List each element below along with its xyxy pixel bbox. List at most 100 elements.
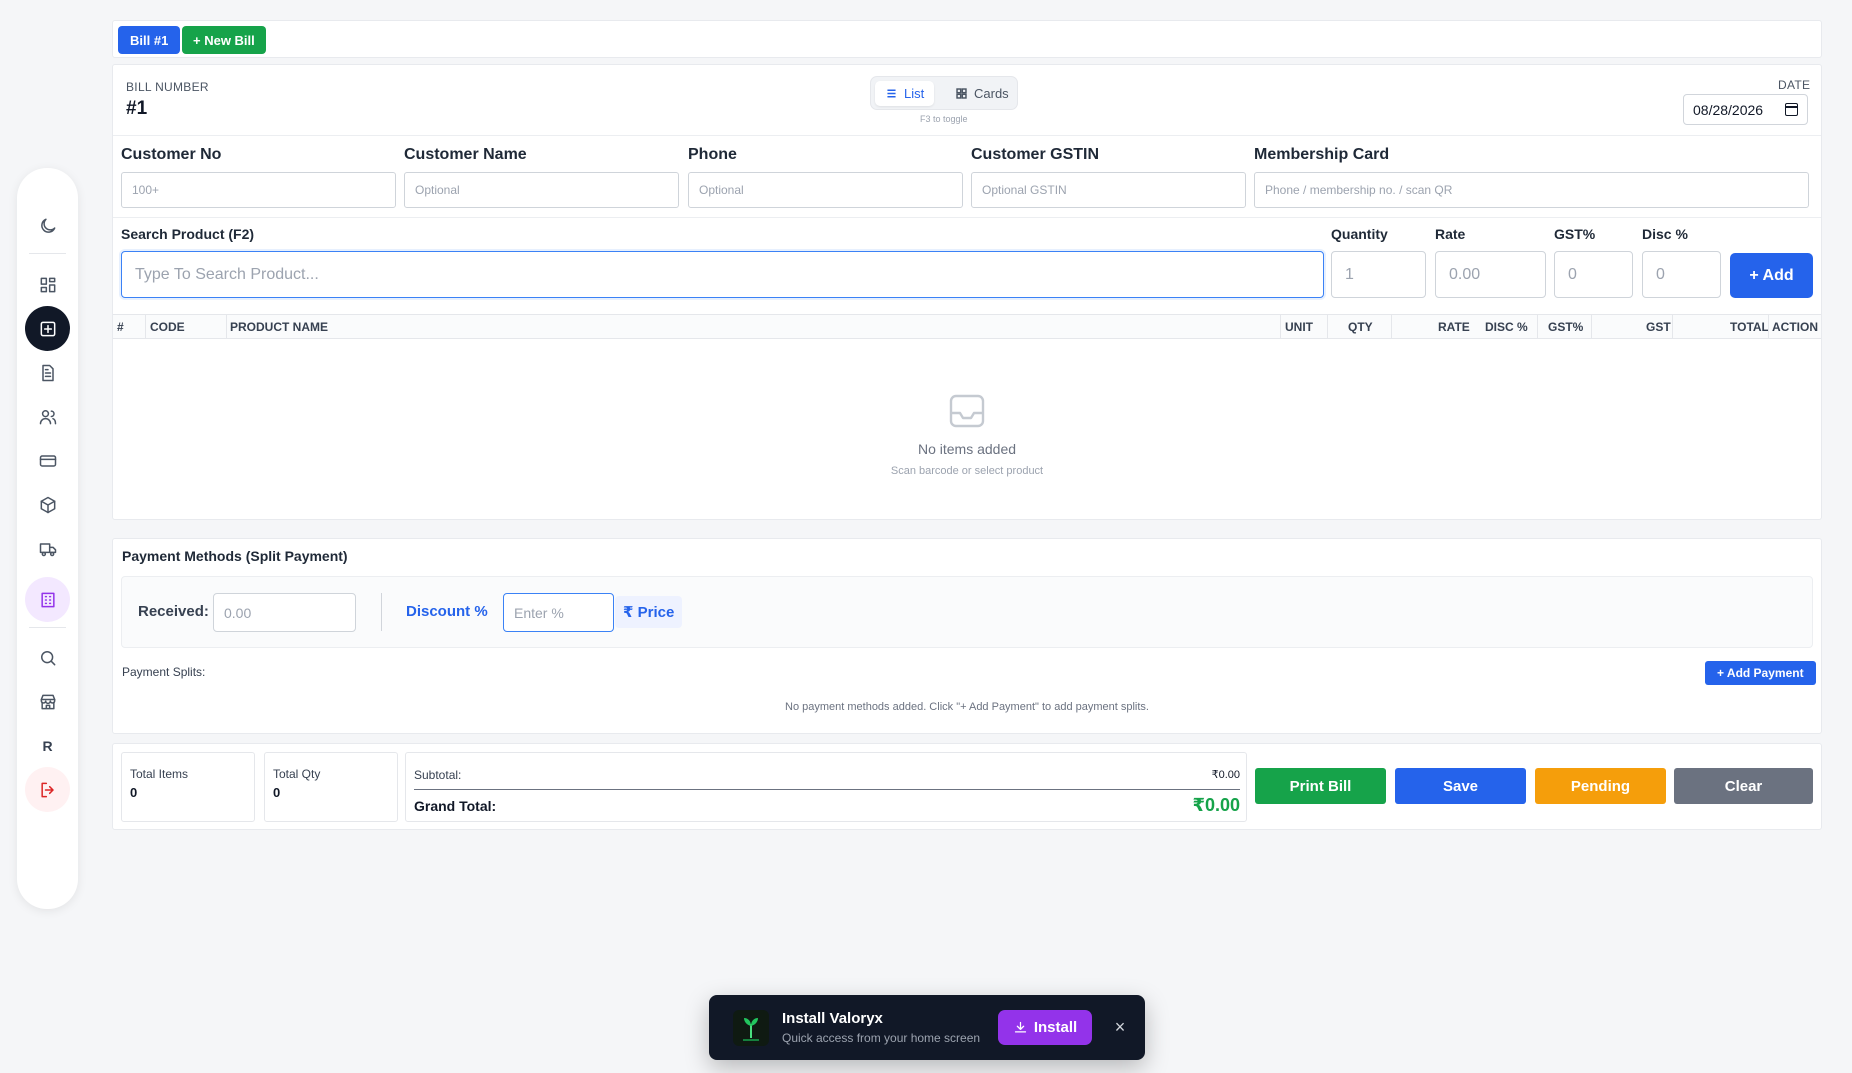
print-bill-button[interactable]: Print Bill [1255, 768, 1386, 804]
items-table-header: # CODE PRODUCT NAME UNIT QTY RATE DISC %… [113, 314, 1821, 339]
theme-toggle-moon-icon[interactable] [25, 203, 70, 248]
vertical-divider [381, 593, 382, 631]
grand-total-value: ₹0.00 [1192, 795, 1240, 815]
received-label: Received: [138, 603, 209, 620]
col-unit: UNIT [1285, 319, 1313, 334]
search-icon[interactable] [25, 635, 70, 680]
grid-icon [956, 88, 967, 99]
install-button-label: Install [1033, 1019, 1078, 1036]
view-cards-toggle[interactable]: Cards [945, 81, 1019, 106]
gst-percent-label: GST% [1554, 226, 1596, 242]
date-label: DATE [1778, 78, 1811, 92]
disc-percent-label: Disc % [1642, 226, 1688, 242]
totals-divider [414, 789, 1240, 790]
total-qty-card: Total Qty 0 [264, 752, 398, 822]
new-bill-button[interactable]: + New Bill [182, 26, 266, 54]
quantity-input[interactable]: 1 [1331, 251, 1426, 298]
install-button[interactable]: Install [998, 1010, 1092, 1045]
phone-label: Phone [688, 146, 737, 163]
price-discount-button[interactable]: ₹ Price [615, 596, 683, 628]
received-input[interactable]: 0.00 [213, 593, 356, 632]
package-icon[interactable] [25, 482, 70, 527]
install-toast-subtitle: Quick access from your home screen [782, 1031, 981, 1045]
column-divider [1327, 315, 1328, 338]
total-items-card: Total Items 0 [121, 752, 255, 822]
column-divider [1591, 315, 1592, 338]
install-toast-title: Install Valoryx [782, 1010, 883, 1027]
add-product-button[interactable]: + Add [1730, 253, 1813, 298]
logout-icon[interactable] [25, 767, 70, 812]
quantity-label: Quantity [1331, 226, 1388, 242]
sidebar-divider [29, 253, 66, 254]
bill-number: #1 [126, 98, 148, 119]
view-list-label: List [904, 86, 925, 101]
membership-card-input[interactable]: Phone / membership no. / scan QR [1254, 172, 1809, 208]
dashboard-icon[interactable] [25, 262, 70, 307]
view-toggle: List Cards [870, 76, 1018, 110]
list-icon [887, 89, 896, 98]
column-divider [1391, 315, 1392, 338]
col-gst-percent: GST% [1548, 319, 1584, 334]
bill-tabbar: Bill #1 + New Bill [112, 20, 1822, 58]
col-rate: RATE [1438, 319, 1470, 334]
col-product-name: PRODUCT NAME [230, 319, 328, 334]
grand-total-label: Grand Total: [414, 798, 497, 814]
customer-no-label: Customer No [121, 146, 222, 163]
sidebar-divider [29, 627, 66, 628]
total-items-label: Total Items [130, 767, 189, 781]
col-index: # [117, 319, 124, 334]
close-icon[interactable]: × [1110, 1016, 1130, 1038]
document-icon[interactable] [25, 350, 70, 395]
pending-button[interactable]: Pending [1535, 768, 1666, 804]
view-list-toggle[interactable]: List [875, 81, 935, 106]
users-icon[interactable] [25, 394, 70, 439]
customer-no-input[interactable]: 100+ [121, 172, 396, 208]
total-qty-label: Total Qty [273, 767, 321, 781]
customer-name-label: Customer Name [404, 146, 527, 163]
date-input[interactable]: 08/28/2026 [1683, 94, 1808, 125]
subtotal-value: ₹0.00 [1211, 769, 1240, 781]
column-divider [145, 315, 146, 338]
date-value: 08/28/2026 [1693, 101, 1764, 118]
column-divider [1672, 315, 1673, 338]
customer-gstin-label: Customer GSTIN [971, 146, 1100, 163]
payment-row: Received: 0.00 Discount % Enter % ₹ Pric… [121, 576, 1813, 648]
column-divider [226, 315, 227, 338]
no-payment-message: No payment methods added. Click "+ Add P… [785, 701, 1149, 713]
discount-percent-input[interactable]: Enter % [503, 593, 614, 632]
gst-percent-input[interactable]: 0 [1554, 251, 1633, 298]
phone-input[interactable]: Optional [688, 172, 963, 208]
col-qty: QTY [1348, 319, 1373, 334]
billing-panel: BILL NUMBER #1 List Cards F3 to toggle D… [112, 64, 1822, 520]
card-icon[interactable] [25, 438, 70, 483]
truck-icon[interactable] [25, 526, 70, 571]
store-icon[interactable] [25, 679, 70, 724]
rate-input[interactable]: 0.00 [1435, 251, 1546, 298]
col-code: CODE [150, 319, 185, 334]
payment-splits-label: Payment Splits: [122, 665, 206, 679]
disc-percent-input[interactable]: 0 [1642, 251, 1721, 298]
profile-avatar[interactable]: R [25, 723, 70, 768]
search-product-label: Search Product (F2) [121, 226, 255, 242]
new-bill-icon[interactable] [25, 306, 70, 351]
view-cards-label: Cards [974, 86, 1009, 101]
bill-tab-1[interactable]: Bill #1 [118, 26, 181, 54]
inbox-icon [949, 394, 985, 428]
add-payment-button[interactable]: + Add Payment [1705, 661, 1816, 685]
subtotal-label: Subtotal: [414, 768, 462, 782]
col-total: TOTAL [1730, 319, 1769, 334]
bill-number-label: BILL NUMBER [126, 80, 209, 94]
customer-gstin-input[interactable]: Optional GSTIN [971, 172, 1246, 208]
calendar-icon[interactable] [1785, 103, 1798, 116]
col-gst: GST [1646, 319, 1671, 334]
totals-box: Subtotal: ₹0.00 Grand Total: ₹0.00 [405, 752, 1247, 822]
download-icon [1014, 1021, 1026, 1033]
sidebar: R [17, 168, 78, 909]
customer-name-input[interactable]: Optional [404, 172, 679, 208]
building-icon[interactable] [25, 577, 70, 622]
save-button[interactable]: Save [1395, 768, 1526, 804]
empty-state-title: No items added [917, 441, 1017, 457]
empty-state-subtitle: Scan barcode or select product [890, 465, 1044, 477]
product-search-input[interactable]: Type To Search Product... [121, 251, 1324, 298]
clear-button[interactable]: Clear [1674, 768, 1813, 804]
